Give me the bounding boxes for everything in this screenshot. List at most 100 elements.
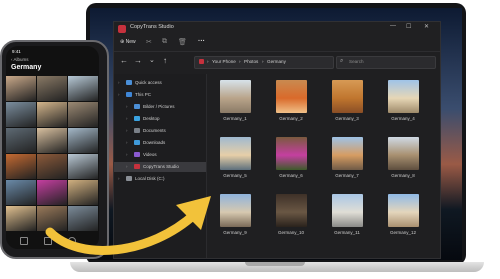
photo-tile[interactable]: Germany_5 bbox=[212, 135, 258, 185]
phone-photo-thumbnail[interactable] bbox=[68, 102, 98, 127]
photo-caption: Germany_9 bbox=[223, 230, 247, 235]
sidebar-item[interactable]: › CopyTrans Studio bbox=[114, 162, 206, 172]
sidebar-item-label: Bilder / Pictures bbox=[143, 104, 175, 109]
phone-photo-thumbnail[interactable] bbox=[37, 76, 67, 101]
phone-photo-thumbnail[interactable] bbox=[6, 154, 36, 179]
photo-thumbnail bbox=[276, 80, 307, 113]
photo-thumbnail bbox=[388, 137, 419, 170]
disk-icon bbox=[126, 176, 132, 181]
sidebar-item[interactable]: › Desktop bbox=[114, 114, 206, 124]
phone-photo-thumbnail[interactable] bbox=[37, 128, 67, 153]
photo-thumbnail bbox=[388, 80, 419, 113]
search-tab-icon[interactable] bbox=[68, 237, 76, 245]
photo-tile[interactable]: Germany_3 bbox=[324, 78, 370, 128]
phone-photo-thumbnail[interactable] bbox=[37, 180, 67, 205]
phone-photo-thumbnail[interactable] bbox=[37, 102, 67, 127]
chevron-right-icon[interactable]: › bbox=[126, 128, 128, 133]
cut-icon[interactable]: ✂ bbox=[146, 38, 152, 46]
back-arrow-icon[interactable]: ← bbox=[120, 56, 128, 65]
phone-photo-thumbnail[interactable] bbox=[6, 180, 36, 205]
photo-caption: Germany_2 bbox=[279, 116, 303, 121]
photo-tile[interactable]: Germany_8 bbox=[380, 135, 426, 185]
photo-tile[interactable]: Germany_9 bbox=[212, 192, 258, 242]
sidebar-item[interactable]: › Downloads bbox=[114, 138, 206, 148]
sidebar-item-label: Quick access bbox=[135, 80, 162, 85]
maximize-button[interactable]: ☐ bbox=[406, 23, 411, 30]
breadcrumb-photos[interactable]: Photos bbox=[244, 59, 258, 64]
phone-photo-thumbnail[interactable] bbox=[6, 76, 36, 101]
breadcrumb-germany[interactable]: Germany bbox=[267, 59, 286, 64]
photo-tile[interactable]: Germany_2 bbox=[268, 78, 314, 128]
search-box[interactable]: ⌕ Search bbox=[336, 56, 436, 69]
copy-icon[interactable]: ⧉ bbox=[162, 38, 167, 46]
sidebar-item[interactable]: › Bilder / Pictures bbox=[114, 102, 206, 112]
photo-tile[interactable]: Germany_7 bbox=[324, 135, 370, 185]
breadcrumb-your-phone[interactable]: Your Phone bbox=[212, 59, 236, 64]
chevron-down-icon[interactable]: ⌄ bbox=[149, 56, 155, 64]
photo-thumbnail bbox=[220, 80, 251, 113]
phone-photo-thumbnail[interactable] bbox=[68, 76, 98, 101]
title-bar: CopyTrans Studio — ☐ ✕ bbox=[114, 22, 440, 36]
library-tab-icon[interactable] bbox=[20, 237, 28, 245]
phone-photo-thumbnail[interactable] bbox=[6, 102, 36, 127]
chevron-right-icon[interactable]: › bbox=[118, 176, 120, 181]
photo-tile[interactable]: Germany_4 bbox=[380, 78, 426, 128]
phone-photo-grid bbox=[6, 76, 99, 234]
breadcrumb-separator-icon: › bbox=[262, 59, 264, 64]
phone-photo-thumbnail[interactable] bbox=[68, 128, 98, 153]
phone-photo-thumbnail[interactable] bbox=[68, 206, 98, 231]
phone-photo-thumbnail[interactable] bbox=[68, 154, 98, 179]
new-button[interactable]: ⊕ New bbox=[120, 39, 136, 45]
photo-tile[interactable]: Germany_6 bbox=[268, 135, 314, 185]
photo-thumbnail bbox=[276, 137, 307, 170]
chevron-right-icon[interactable]: › bbox=[126, 116, 128, 121]
sidebar-item[interactable]: › Quick access bbox=[114, 78, 206, 88]
sidebar-item-label: Desktop bbox=[143, 116, 160, 121]
photo-caption: Germany_1 bbox=[223, 116, 247, 121]
phone-photo-thumbnail[interactable] bbox=[37, 154, 67, 179]
photo-tile[interactable]: Germany_10 bbox=[268, 192, 314, 242]
toolbar: ⊕ New ✂ ⧉ 🗑 ··· bbox=[114, 36, 440, 52]
photo-thumbnail bbox=[388, 194, 419, 227]
breadcrumb-separator-icon: › bbox=[239, 59, 241, 64]
delete-icon[interactable]: 🗑 bbox=[178, 38, 187, 46]
desktop-icon bbox=[134, 116, 140, 121]
sidebar-item-label: This PC bbox=[135, 92, 152, 97]
phone-photo-thumbnail[interactable] bbox=[37, 206, 67, 231]
photo-caption: Germany_3 bbox=[335, 116, 359, 121]
forward-arrow-icon[interactable]: → bbox=[134, 56, 142, 65]
close-button[interactable]: ✕ bbox=[424, 23, 429, 30]
chevron-right-icon[interactable]: › bbox=[118, 92, 120, 97]
chevron-right-icon[interactable]: › bbox=[126, 140, 128, 145]
search-placeholder: Search bbox=[349, 59, 364, 64]
chevron-right-icon[interactable]: › bbox=[126, 152, 128, 157]
photo-tile[interactable]: Germany_1 bbox=[212, 78, 258, 128]
sidebar-item[interactable]: › Videos bbox=[114, 150, 206, 160]
sidebar-item[interactable]: › This PC bbox=[114, 90, 206, 100]
phone-photo-thumbnail[interactable] bbox=[6, 128, 36, 153]
copytrans-app-icon bbox=[118, 25, 126, 33]
address-bar[interactable]: › Your Phone › Photos › Germany bbox=[194, 56, 334, 69]
chevron-right-icon[interactable]: › bbox=[126, 104, 128, 109]
photo-thumbnail bbox=[220, 137, 251, 170]
sidebar-item-label: Local Disk (C:) bbox=[135, 176, 165, 181]
sidebar-item[interactable]: › Documents bbox=[114, 126, 206, 136]
minimize-button[interactable]: — bbox=[390, 23, 396, 29]
pictures-icon bbox=[134, 104, 140, 109]
smartphone: 9:41 ‹ Albums Germany bbox=[0, 40, 109, 259]
phone-photo-thumbnail[interactable] bbox=[68, 180, 98, 205]
chevron-right-icon[interactable]: › bbox=[118, 80, 120, 85]
more-icon[interactable]: ··· bbox=[198, 38, 205, 45]
phone-photo-thumbnail[interactable] bbox=[6, 206, 36, 231]
videos-icon bbox=[134, 152, 140, 157]
photo-thumbnail bbox=[332, 137, 363, 170]
for-you-tab-icon[interactable] bbox=[44, 237, 52, 245]
sidebar-item[interactable]: › Local Disk (C:) bbox=[114, 174, 206, 184]
phone-back-link[interactable]: ‹ Albums bbox=[11, 57, 29, 62]
photo-tile[interactable]: Germany_11 bbox=[324, 192, 370, 242]
chevron-right-icon[interactable]: › bbox=[126, 164, 128, 169]
new-label: New bbox=[125, 39, 136, 45]
up-arrow-icon[interactable]: ↑ bbox=[163, 56, 167, 65]
photo-caption: Germany_6 bbox=[279, 173, 303, 178]
photo-tile[interactable]: Germany_12 bbox=[380, 192, 426, 242]
